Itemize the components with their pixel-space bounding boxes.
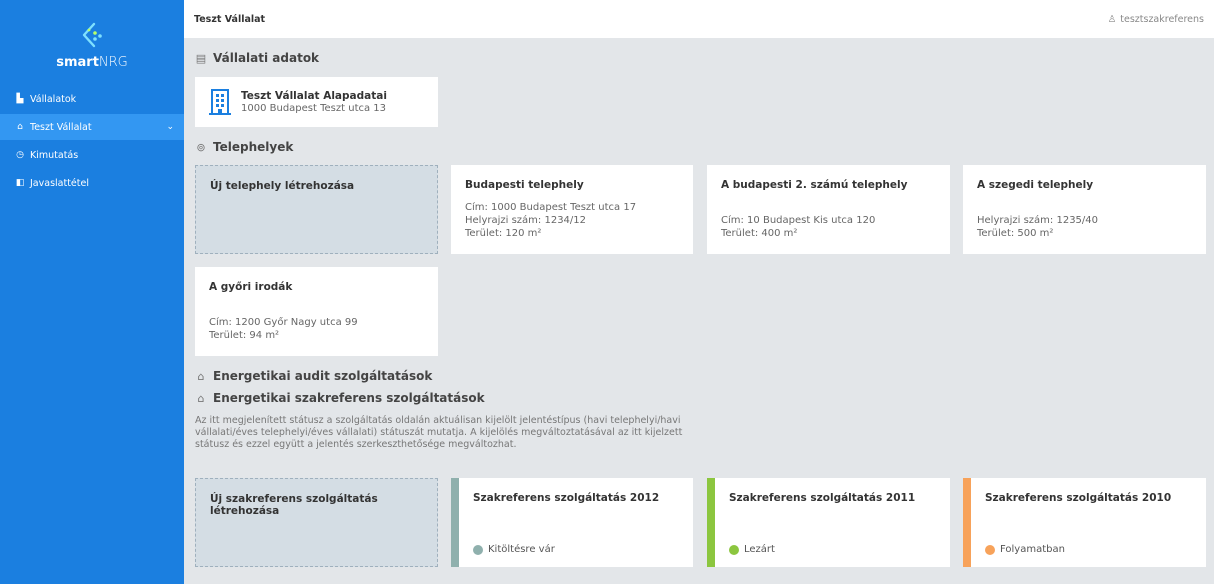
site-card-line: Terület: 94 m² — [209, 330, 280, 341]
company-card-title: Teszt Vállalat Alapadatai — [241, 89, 387, 102]
breadcrumb-company[interactable]: Teszt Vállalat — [194, 14, 265, 25]
company-card-address: 1000 Budapest Teszt utca 13 — [241, 102, 387, 114]
sidebar: smartNRG ▙ Vállalatok ⌂ Teszt Vállalat ⌄… — [0, 0, 184, 584]
new-referens-label: Új szakreferens szolgáltatás létrehozása — [210, 493, 378, 517]
new-site-label: Új telephely létrehozása — [210, 180, 355, 192]
site-card-line: Cím: 10 Budapest Kis utca 120 — [721, 215, 876, 226]
building-icon: ▙ — [16, 94, 24, 104]
status-indicator: Folyamatban — [985, 544, 1065, 555]
briefcase-icon: ⌂ — [197, 391, 205, 405]
site-card[interactable]: Budapesti telephely Cím: 1000 Budapest T… — [451, 165, 693, 254]
logo-text: smartNRG — [56, 54, 128, 70]
site-card-line: Helyrajzi szám: 1234/12 — [465, 215, 587, 226]
user-icon: ♙ — [1107, 13, 1117, 25]
briefcase-icon: ⌂ — [197, 369, 205, 383]
status-indicator: Lezárt — [729, 544, 775, 555]
referens-card[interactable]: Szakreferens szolgáltatás 2011 Lezárt — [707, 478, 950, 567]
section-heading-company-data: ▤ Vállalati adatok — [195, 51, 320, 65]
site-card[interactable]: A budapesti 2. számú telephely Cím: 10 B… — [707, 165, 950, 254]
user-menu[interactable]: ♙ tesztszakreferens — [1108, 14, 1204, 25]
sidebar-item-vallalatok[interactable]: ▙ Vállalatok — [0, 86, 184, 112]
logo-icon — [82, 22, 102, 47]
site-card[interactable]: A szegedi telephely Helyrajzi szám: 1235… — [963, 165, 1206, 254]
top-bar: Teszt Vállalat ♙ tesztszakreferens — [184, 0, 1214, 38]
status-accent-bar — [963, 478, 971, 567]
sidebar-item-label: Kimutatás — [30, 149, 79, 161]
status-accent-bar — [707, 478, 715, 567]
sidebar-item-label: Vállalatok — [30, 93, 77, 105]
site-card-title: A budapesti 2. számú telephely — [721, 179, 908, 191]
section-heading-sites: ⊚ Telephelyek — [196, 140, 294, 154]
site-card-title: Budapesti telephely — [465, 179, 584, 191]
status-accent-bar — [451, 478, 459, 567]
site-card-line: Cím: 1200 Győr Nagy utca 99 — [209, 317, 358, 328]
sidebar-item-javaslattetel[interactable]: ◧ Javaslattétel — [0, 170, 184, 196]
site-card-line: Cím: 1000 Budapest Teszt utca 17 — [465, 202, 637, 213]
status-dot — [729, 544, 739, 555]
sidebar-item-teszt-vallalat[interactable]: ⌂ Teszt Vállalat ⌄ — [0, 114, 184, 140]
site-card-line: Terület: 120 m² — [465, 228, 542, 239]
site-card-title: A szegedi telephely — [977, 179, 1094, 191]
company-card[interactable]: Teszt Vállalat Alapadatai 1000 Budapest … — [195, 77, 438, 127]
site-card-line: Helyrajzi szám: 1235/40 — [977, 215, 1099, 226]
logo[interactable]: smartNRG — [0, 0, 184, 84]
site-card-title: A győri irodák — [209, 281, 293, 293]
chevron-down-icon: ⌄ — [166, 122, 174, 132]
referens-card-title: Szakreferens szolgáltatás 2012 — [473, 492, 660, 504]
sidebar-item-label: Javaslattétel — [30, 177, 89, 189]
status-description: Az itt megjelenített státusz a szolgálta… — [195, 415, 683, 450]
referens-card[interactable]: Szakreferens szolgáltatás 2010 Folyamatb… — [963, 478, 1206, 567]
status-dot — [473, 544, 483, 555]
clock-icon: ◷ — [16, 150, 24, 160]
referens-card[interactable]: Szakreferens szolgáltatás 2012 Kitöltésr… — [451, 478, 693, 567]
section-heading-referens: ⌂ Energetikai szakreferens szolgáltatáso… — [195, 391, 485, 405]
building-icon — [209, 89, 231, 115]
site-card-line: Terület: 500 m² — [977, 228, 1054, 239]
sidebar-item-label: Teszt Vállalat — [30, 121, 92, 133]
sidebar-item-kimutatas[interactable]: ◷ Kimutatás — [0, 142, 184, 168]
status-label: Kitöltésre vár — [488, 544, 555, 555]
site-card-line: Terület: 400 m² — [721, 228, 798, 239]
status-indicator: Kitöltésre vár — [473, 544, 555, 555]
location-pin-icon: ⊚ — [196, 140, 206, 154]
user-name: tesztszakreferens — [1120, 13, 1204, 25]
status-label: Folyamatban — [1000, 544, 1065, 555]
referens-card-title: Szakreferens szolgáltatás 2011 — [729, 492, 916, 504]
referens-card-title: Szakreferens szolgáltatás 2010 — [985, 492, 1172, 504]
briefcase-icon: ⌂ — [17, 122, 23, 132]
book-icon: ◧ — [15, 178, 25, 188]
status-label: Lezárt — [744, 544, 775, 555]
document-icon: ▤ — [195, 51, 207, 65]
new-referens-card[interactable]: Új szakreferens szolgáltatás létrehozása — [195, 478, 438, 567]
site-card[interactable]: A győri irodák Cím: 1200 Győr Nagy utca … — [195, 267, 438, 356]
status-dot — [985, 544, 995, 555]
new-site-card[interactable]: Új telephely létrehozása — [195, 165, 438, 254]
section-heading-audit: ⌂ Energetikai audit szolgáltatások — [195, 369, 433, 383]
